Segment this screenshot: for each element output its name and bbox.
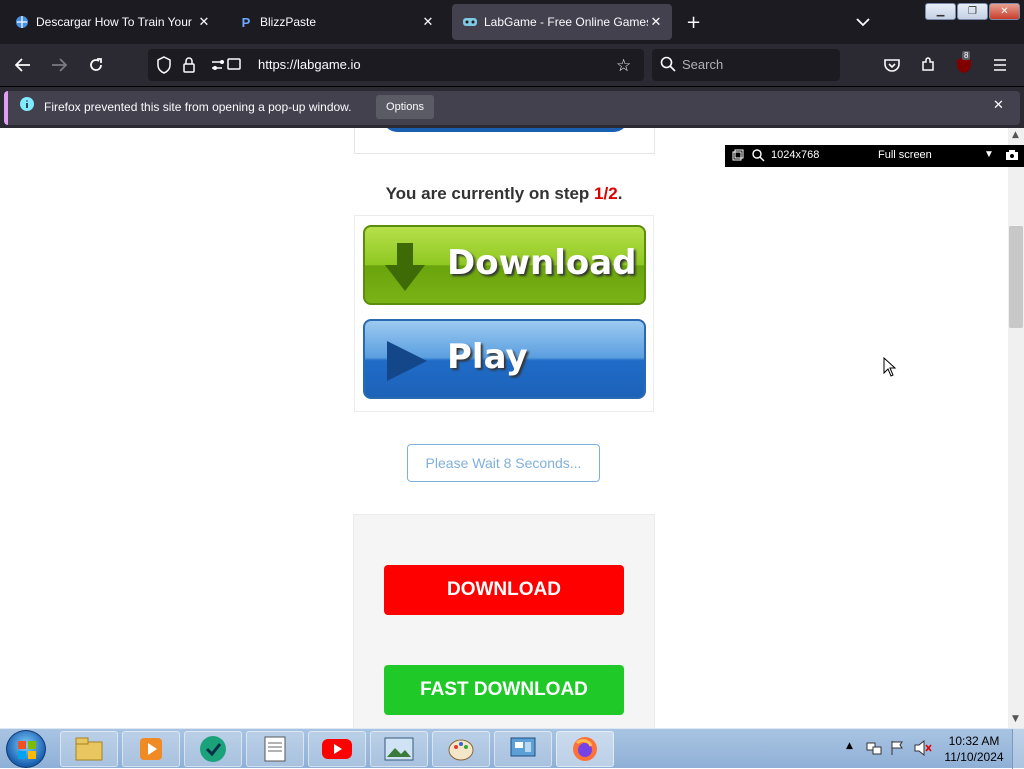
tab-labgame[interactable]: LabGame - Free Online Games ✕ [452,4,672,40]
info-icon [20,96,34,115]
wait-countdown-button[interactable]: Please Wait 8 Seconds... [407,444,600,482]
youtube-icon[interactable] [308,731,366,767]
lock-icon[interactable] [182,56,196,78]
view-mode-select[interactable]: Full screen [878,149,932,161]
tab-blizzpaste[interactable]: P BlizzPaste ✕ [228,4,444,40]
firefox-icon[interactable] [556,731,614,767]
download-label: Download [447,243,637,283]
page-viewport: You are currently on step 1/2. Download … [0,128,1008,728]
url-text[interactable]: https://labgame.io [258,57,361,72]
list-tabs-icon[interactable] [856,12,870,31]
play-label: Play [447,337,528,377]
tracking-protection-icon[interactable] [156,56,172,78]
tray-expand-icon[interactable]: ▲ [846,741,853,751]
app-icon[interactable] [184,731,242,767]
pocket-icon[interactable] [881,54,903,76]
reload-icon[interactable] [85,54,107,76]
step-value: 1/2 [594,184,618,203]
camera-icon[interactable] [1005,149,1019,164]
download-image-button[interactable]: Download [363,225,646,305]
close-window-button[interactable]: ✕ [989,3,1020,20]
search-icon [660,56,676,76]
navigation-toolbar: https://labgame.io ☆ Search 8 [0,44,1024,86]
start-button[interactable] [6,730,46,768]
search-input[interactable]: Search [652,49,840,81]
close-notification-icon[interactable]: ✕ [993,98,1004,113]
fast-download-button[interactable]: FAST DOWNLOAD [384,665,624,715]
photo-viewer-icon[interactable] [370,731,428,767]
bookmark-star-icon[interactable]: ☆ [616,56,631,76]
chevron-down-icon[interactable]: ▼ [984,149,994,160]
address-bar[interactable]: https://labgame.io ☆ [148,49,644,81]
volume-muted-icon[interactable] [914,739,932,760]
previous-button-edge[interactable] [383,128,628,132]
menu-icon[interactable] [989,54,1011,76]
step-text: You are currently on step [385,184,595,203]
scroll-up-icon[interactable]: ▲ [1012,130,1019,140]
close-tab-icon[interactable]: ✕ [420,14,436,30]
options-button[interactable]: Options [376,95,434,119]
scroll-down-icon[interactable]: ▼ [1012,714,1019,724]
tab-title: Descargar How To Train Your D [36,15,196,29]
clock-time: 10:32 AM [948,734,1000,748]
forward-icon[interactable] [48,54,70,76]
tab-title: BlizzPaste [260,15,317,29]
tab-descargar[interactable]: Descargar How To Train Your D ✕ [4,4,220,40]
zoom-icon[interactable] [752,149,765,165]
mouse-cursor-icon [883,356,897,381]
download-red-button[interactable]: DOWNLOAD [384,565,624,615]
notepad-icon[interactable] [246,731,304,767]
minimize-button[interactable]: ▁ [925,3,956,20]
labgame-icon [462,14,478,30]
ublock-icon[interactable]: 8 [953,51,975,76]
search-placeholder: Search [682,57,724,72]
globe-icon [14,14,30,30]
down-arrow-icon [383,241,427,297]
show-desktop-button[interactable] [1012,729,1024,769]
paint-icon[interactable] [432,731,490,767]
resolution-value: 1024x768 [771,149,820,161]
resolution-toolbar: 1024x768 Full screen ▼ [725,145,1024,167]
windows-taskbar: ▲ 10:32 AM 11/10/2024 [0,728,1024,769]
extensions-icon[interactable] [917,54,939,76]
notification-message: Firefox prevented this site from opening… [44,100,352,114]
step-suffix: . [617,184,623,203]
close-tab-icon[interactable]: ✕ [196,14,212,30]
network-icon[interactable] [866,740,882,760]
previous-card [354,128,655,154]
clock-date: 11/10/2024 [944,750,1004,764]
tab-strip: Descargar How To Train Your D ✕ P BlizzP… [0,0,1024,44]
play-icon [385,339,429,387]
window-icon[interactable] [732,149,744,164]
tab-title: LabGame - Free Online Games [484,15,648,29]
restore-button[interactable]: ❐ [957,3,988,20]
blizzpaste-icon: P [241,14,251,30]
media-player-icon[interactable] [122,731,180,767]
system-clock[interactable]: 10:32 AM 11/10/2024 [942,733,1006,765]
new-tab-icon[interactable]: + [686,12,701,33]
explorer-icon[interactable] [60,731,118,767]
permissions-icon[interactable] [210,57,242,77]
page-scrollbar[interactable]: ▲ ▼ [1008,128,1024,728]
play-image-button[interactable]: Play [363,319,646,399]
popup-blocked-notification: Firefox prevented this site from opening… [0,86,1024,128]
action-center-flag-icon[interactable] [890,740,904,760]
back-icon[interactable] [12,54,34,76]
control-panel-icon[interactable] [494,731,552,767]
scroll-thumb[interactable] [1009,226,1023,328]
close-tab-icon[interactable]: ✕ [648,14,664,30]
badge-count: 8 [962,51,971,60]
step-indicator: You are currently on step 1/2. [354,184,654,204]
